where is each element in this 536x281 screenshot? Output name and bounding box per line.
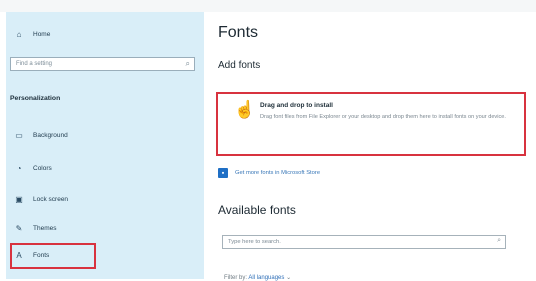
search-icon: ⌕ (497, 237, 501, 244)
available-fonts-heading: Available fonts (218, 203, 296, 217)
section-title: Personalization (10, 95, 61, 102)
sidebar-item-label: Colors (33, 164, 52, 172)
filter-value: All languages (248, 275, 285, 281)
store-link[interactable]: ▪ Get more fonts in Microsoft Store (218, 168, 320, 178)
store-icon: ▪ (218, 168, 228, 178)
font-search-placeholder: Type here to search. (228, 239, 281, 245)
drop-zone-title: Drag and drop to install (260, 102, 333, 109)
sidebar-item-label: Background (33, 131, 68, 139)
fonts-highlight-box (10, 243, 96, 269)
lock-screen-icon: ▣ (15, 194, 23, 204)
font-search-input[interactable]: Type here to search. ⌕ (222, 235, 506, 249)
main-panel: Fonts Add fonts ☝ Drag and drop to insta… (204, 12, 536, 281)
filter-label: Filter by: (224, 275, 248, 281)
sidebar-home-label: Home (33, 30, 51, 38)
image-icon: ▭ (15, 130, 23, 140)
brush-icon: ✎ (15, 223, 23, 233)
chevron-down-icon: ⌄ (286, 275, 292, 281)
home-icon: ⌂ (16, 29, 22, 39)
sidebar-item-lock-screen[interactable]: ▣ Lock screen (14, 194, 68, 204)
sidebar-item-label: Themes (33, 224, 57, 232)
sidebar-item-home[interactable]: ⌂ Home (14, 29, 51, 39)
sidebar-item-colors[interactable]: ◔ Colors (14, 163, 52, 173)
title-bar (0, 0, 536, 12)
search-placeholder: Find a setting (16, 61, 53, 67)
sidebar-item-label: Lock screen (33, 195, 69, 203)
search-input[interactable]: Find a setting ⌕ (10, 57, 195, 71)
sidebar-item-themes[interactable]: ✎ Themes (14, 223, 57, 233)
palette-icon: ◔ (16, 163, 22, 173)
page-title: Fonts (218, 24, 259, 41)
sidebar: ⌂ Home Find a setting ⌕ Personalization … (6, 12, 204, 279)
store-link-label: Get more fonts in Microsoft Store (235, 170, 321, 176)
settings-window: ⌂ Home Find a setting ⌕ Personalization … (0, 0, 536, 281)
language-filter[interactable]: Filter by: All languages ⌄ (224, 274, 291, 281)
drop-zone-description: Drag font files from File Explorer or yo… (260, 114, 506, 120)
drag-hand-icon: ☝ (234, 100, 256, 119)
sidebar-item-background[interactable]: ▭ Background (14, 130, 68, 140)
search-icon: ⌕ (185, 59, 190, 68)
add-fonts-heading: Add fonts (218, 60, 261, 71)
